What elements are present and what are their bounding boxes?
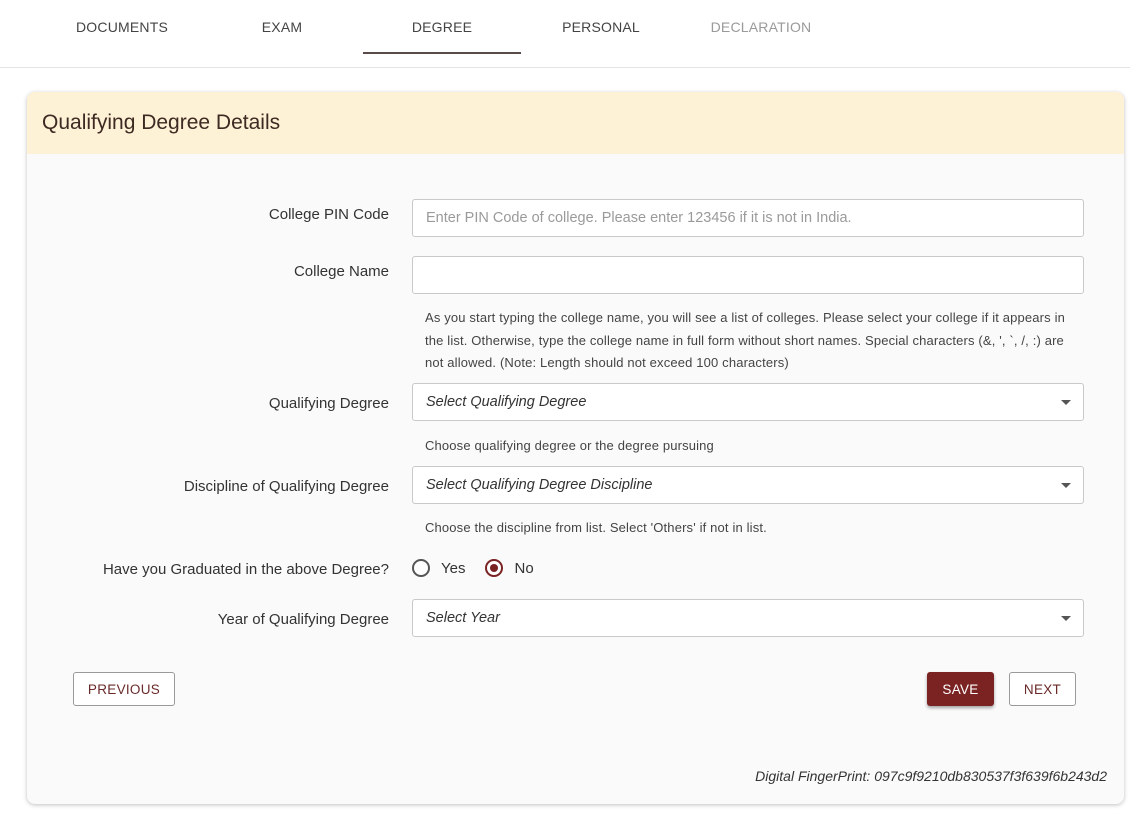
card-title: Qualifying Degree Details [27,92,1124,154]
qualifying-degree-select[interactable]: Select Qualifying Degree [412,383,1084,421]
tab-declaration[interactable]: DECLARATION [681,0,841,54]
tab-documents[interactable]: DOCUMENTS [42,0,202,54]
save-button[interactable]: SAVE [927,672,994,706]
chevron-down-icon [1061,400,1071,405]
qualifying-degree-help: Choose qualifying degree or the degree p… [425,438,714,453]
graduated-label: Have you Graduated in the above Degree? [102,561,389,578]
college-name-label: College Name [293,263,389,280]
college-name-help: As you start typing the college name, yo… [425,310,1065,370]
digital-fingerprint: Digital FingerPrint: 097c9f9210db830537f… [755,768,1107,784]
qualifying-degree-label: Qualifying Degree [268,395,389,412]
year-select[interactable]: Select Year [412,599,1084,637]
graduated-yes-label[interactable]: Yes [441,560,465,577]
college-pin-input[interactable] [412,199,1084,237]
discipline-select[interactable]: Select Qualifying Degree Discipline [412,466,1084,504]
qualifying-degree-value: Select Qualifying Degree [426,394,587,410]
tab-exam[interactable]: EXAM [202,0,362,54]
year-label: Year of Qualifying Degree [217,611,389,628]
next-button[interactable]: NEXT [1009,672,1076,706]
discipline-label: Discipline of Qualifying Degree [183,478,389,495]
graduated-radio-group: Yes No [412,559,554,577]
discipline-value: Select Qualifying Degree Discipline [426,477,653,493]
chevron-down-icon [1061,483,1071,488]
college-name-input[interactable] [412,256,1084,294]
degree-details-card: Qualifying Degree Details College PIN Co… [27,92,1124,804]
tab-personal[interactable]: PERSONAL [521,0,681,54]
graduated-no-label[interactable]: No [514,560,533,577]
tab-degree[interactable]: DEGREE [362,0,522,54]
graduated-yes-radio[interactable] [412,559,430,577]
discipline-help: Choose the discipline from list. Select … [425,520,767,535]
previous-button[interactable]: PREVIOUS [73,672,175,706]
chevron-down-icon [1061,616,1071,621]
graduated-no-radio[interactable] [485,559,504,577]
college-pin-label: College PIN Code [268,206,389,223]
tab-bar: DOCUMENTS EXAM DEGREE PERSONAL DECLARATI… [0,0,1130,68]
year-value: Select Year [426,610,500,626]
